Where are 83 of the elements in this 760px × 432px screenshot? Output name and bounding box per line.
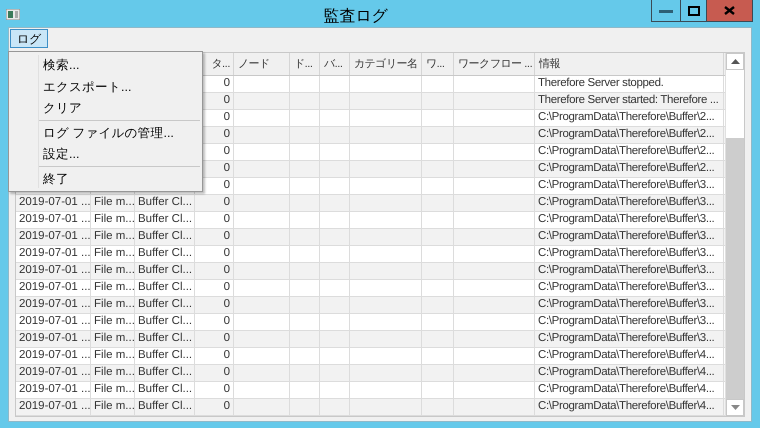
table-cell: 0	[195, 246, 234, 262]
table-cell: Therefore Server started: Therefore ...	[535, 93, 724, 109]
table-cell: File m...	[91, 314, 135, 330]
table-cell: File m...	[91, 365, 135, 381]
table-cell: File m...	[91, 212, 135, 228]
table-cell: 2019-07-01 ...	[16, 314, 91, 330]
table-cell: 0	[195, 331, 234, 347]
scroll-up-icon[interactable]	[730, 59, 740, 64]
close-button[interactable]	[707, 0, 753, 22]
window-icon	[6, 9, 20, 20]
table-cell: File m...	[91, 195, 135, 211]
table-cell: File m...	[91, 297, 135, 313]
maximize-icon	[688, 6, 700, 16]
table-cell: Buffer Cl...	[135, 297, 195, 313]
table-cell: C:\ProgramData\Therefore\Buffer\2...	[535, 127, 724, 143]
table-cell: File m...	[91, 280, 135, 296]
table-cell: 2019-07-01 ...	[16, 280, 91, 296]
table-cell: 2019-07-01 ...	[16, 246, 91, 262]
table-cell: Buffer Cl...	[135, 382, 195, 398]
table-cell: Buffer Cl...	[135, 263, 195, 279]
table-cell: 0	[195, 382, 234, 398]
table-cell: C:\ProgramData\Therefore\Buffer\3...	[535, 297, 724, 313]
table-cell: 0	[195, 263, 234, 279]
table-cell: Buffer Cl...	[135, 195, 195, 211]
table-cell: C:\ProgramData\Therefore\Buffer\3...	[535, 212, 724, 228]
table-cell: Buffer Cl...	[135, 331, 195, 347]
table-cell: 2019-07-01 ...	[16, 297, 91, 313]
table-cell: File m...	[91, 399, 135, 415]
table-cell: C:\ProgramData\Therefore\Buffer\3...	[535, 331, 724, 347]
table-cell: 2019-07-01 ...	[16, 331, 91, 347]
table-cell: C:\ProgramData\Therefore\Buffer\3...	[535, 314, 724, 330]
scroll-down-icon[interactable]	[730, 405, 740, 410]
table-cell: File m...	[91, 348, 135, 364]
table-cell: 2019-07-01 ...	[16, 382, 91, 398]
table-cell: C:\ProgramData\Therefore\Buffer\4...	[535, 348, 724, 364]
table-cell: C:\ProgramData\Therefore\Buffer\3...	[535, 280, 724, 296]
table-cell: 2019-07-01 ...	[16, 212, 91, 228]
table-cell: Buffer Cl...	[135, 280, 195, 296]
table-cell: Buffer Cl...	[135, 246, 195, 262]
table-cell: Buffer Cl...	[135, 314, 195, 330]
table-cell: 0	[195, 297, 234, 313]
table-cell: 2019-07-01 ...	[16, 399, 91, 415]
table-cell: C:\ProgramData\Therefore\Buffer\4...	[535, 365, 724, 381]
table-cell: File m...	[91, 331, 135, 347]
table-cell: C:\ProgramData\Therefore\Buffer\2...	[535, 161, 724, 177]
table-cell: C:\ProgramData\Therefore\Buffer\3...	[535, 178, 724, 194]
table-cell: C:\ProgramData\Therefore\Buffer\3...	[535, 229, 724, 245]
table-cell: 0	[195, 229, 234, 245]
table-cell: 0	[195, 195, 234, 211]
table-cell: C:\ProgramData\Therefore\Buffer\4...	[535, 399, 724, 415]
table-cell: C:\ProgramData\Therefore\Buffer\3...	[535, 246, 724, 262]
table-cell: Therefore Server stopped.	[535, 76, 724, 92]
table-cell: 0	[195, 365, 234, 381]
table-cell: 0	[195, 280, 234, 296]
table-cell: 2019-07-01 ...	[16, 365, 91, 381]
table-cell: C:\ProgramData\Therefore\Buffer\2...	[535, 110, 724, 126]
table-cell: 0	[195, 314, 234, 330]
table-cell: 0	[195, 212, 234, 228]
table-cell: 2019-07-01 ...	[16, 195, 91, 211]
menu-bar-item[interactable]: ログ	[10, 29, 48, 48]
table-cell: 0	[195, 348, 234, 364]
close-icon	[724, 6, 735, 15]
minimize-icon	[659, 8, 673, 12]
table-cell: File m...	[91, 246, 135, 262]
table-cell: File m...	[91, 229, 135, 245]
window-title: 監査ログ	[322, 6, 389, 27]
table-cell: Buffer Cl...	[135, 365, 195, 381]
table-cell: Buffer Cl...	[135, 348, 195, 364]
table-cell: 2019-07-01 ...	[16, 229, 91, 245]
table-cell: File m...	[91, 263, 135, 279]
vertical-scrollbar[interactable]	[725, 53, 744, 416]
table-cell: 2019-07-01 ...	[16, 263, 91, 279]
table-cell: 2019-07-01 ...	[16, 348, 91, 364]
table-cell: C:\ProgramData\Therefore\Buffer\2...	[535, 144, 724, 160]
table-cell: File m...	[91, 382, 135, 398]
table-cell: Buffer Cl...	[135, 229, 195, 245]
minimize-button[interactable]	[651, 0, 681, 22]
table-cell: Buffer Cl...	[135, 399, 195, 415]
table-cell: C:\ProgramData\Therefore\Buffer\3...	[535, 195, 724, 211]
table-cell: C:\ProgramData\Therefore\Buffer\3...	[535, 263, 724, 279]
table-cell: 0	[195, 399, 234, 415]
table-cell: Buffer Cl...	[135, 212, 195, 228]
table-cell: C:\ProgramData\Therefore\Buffer\4...	[535, 382, 724, 398]
